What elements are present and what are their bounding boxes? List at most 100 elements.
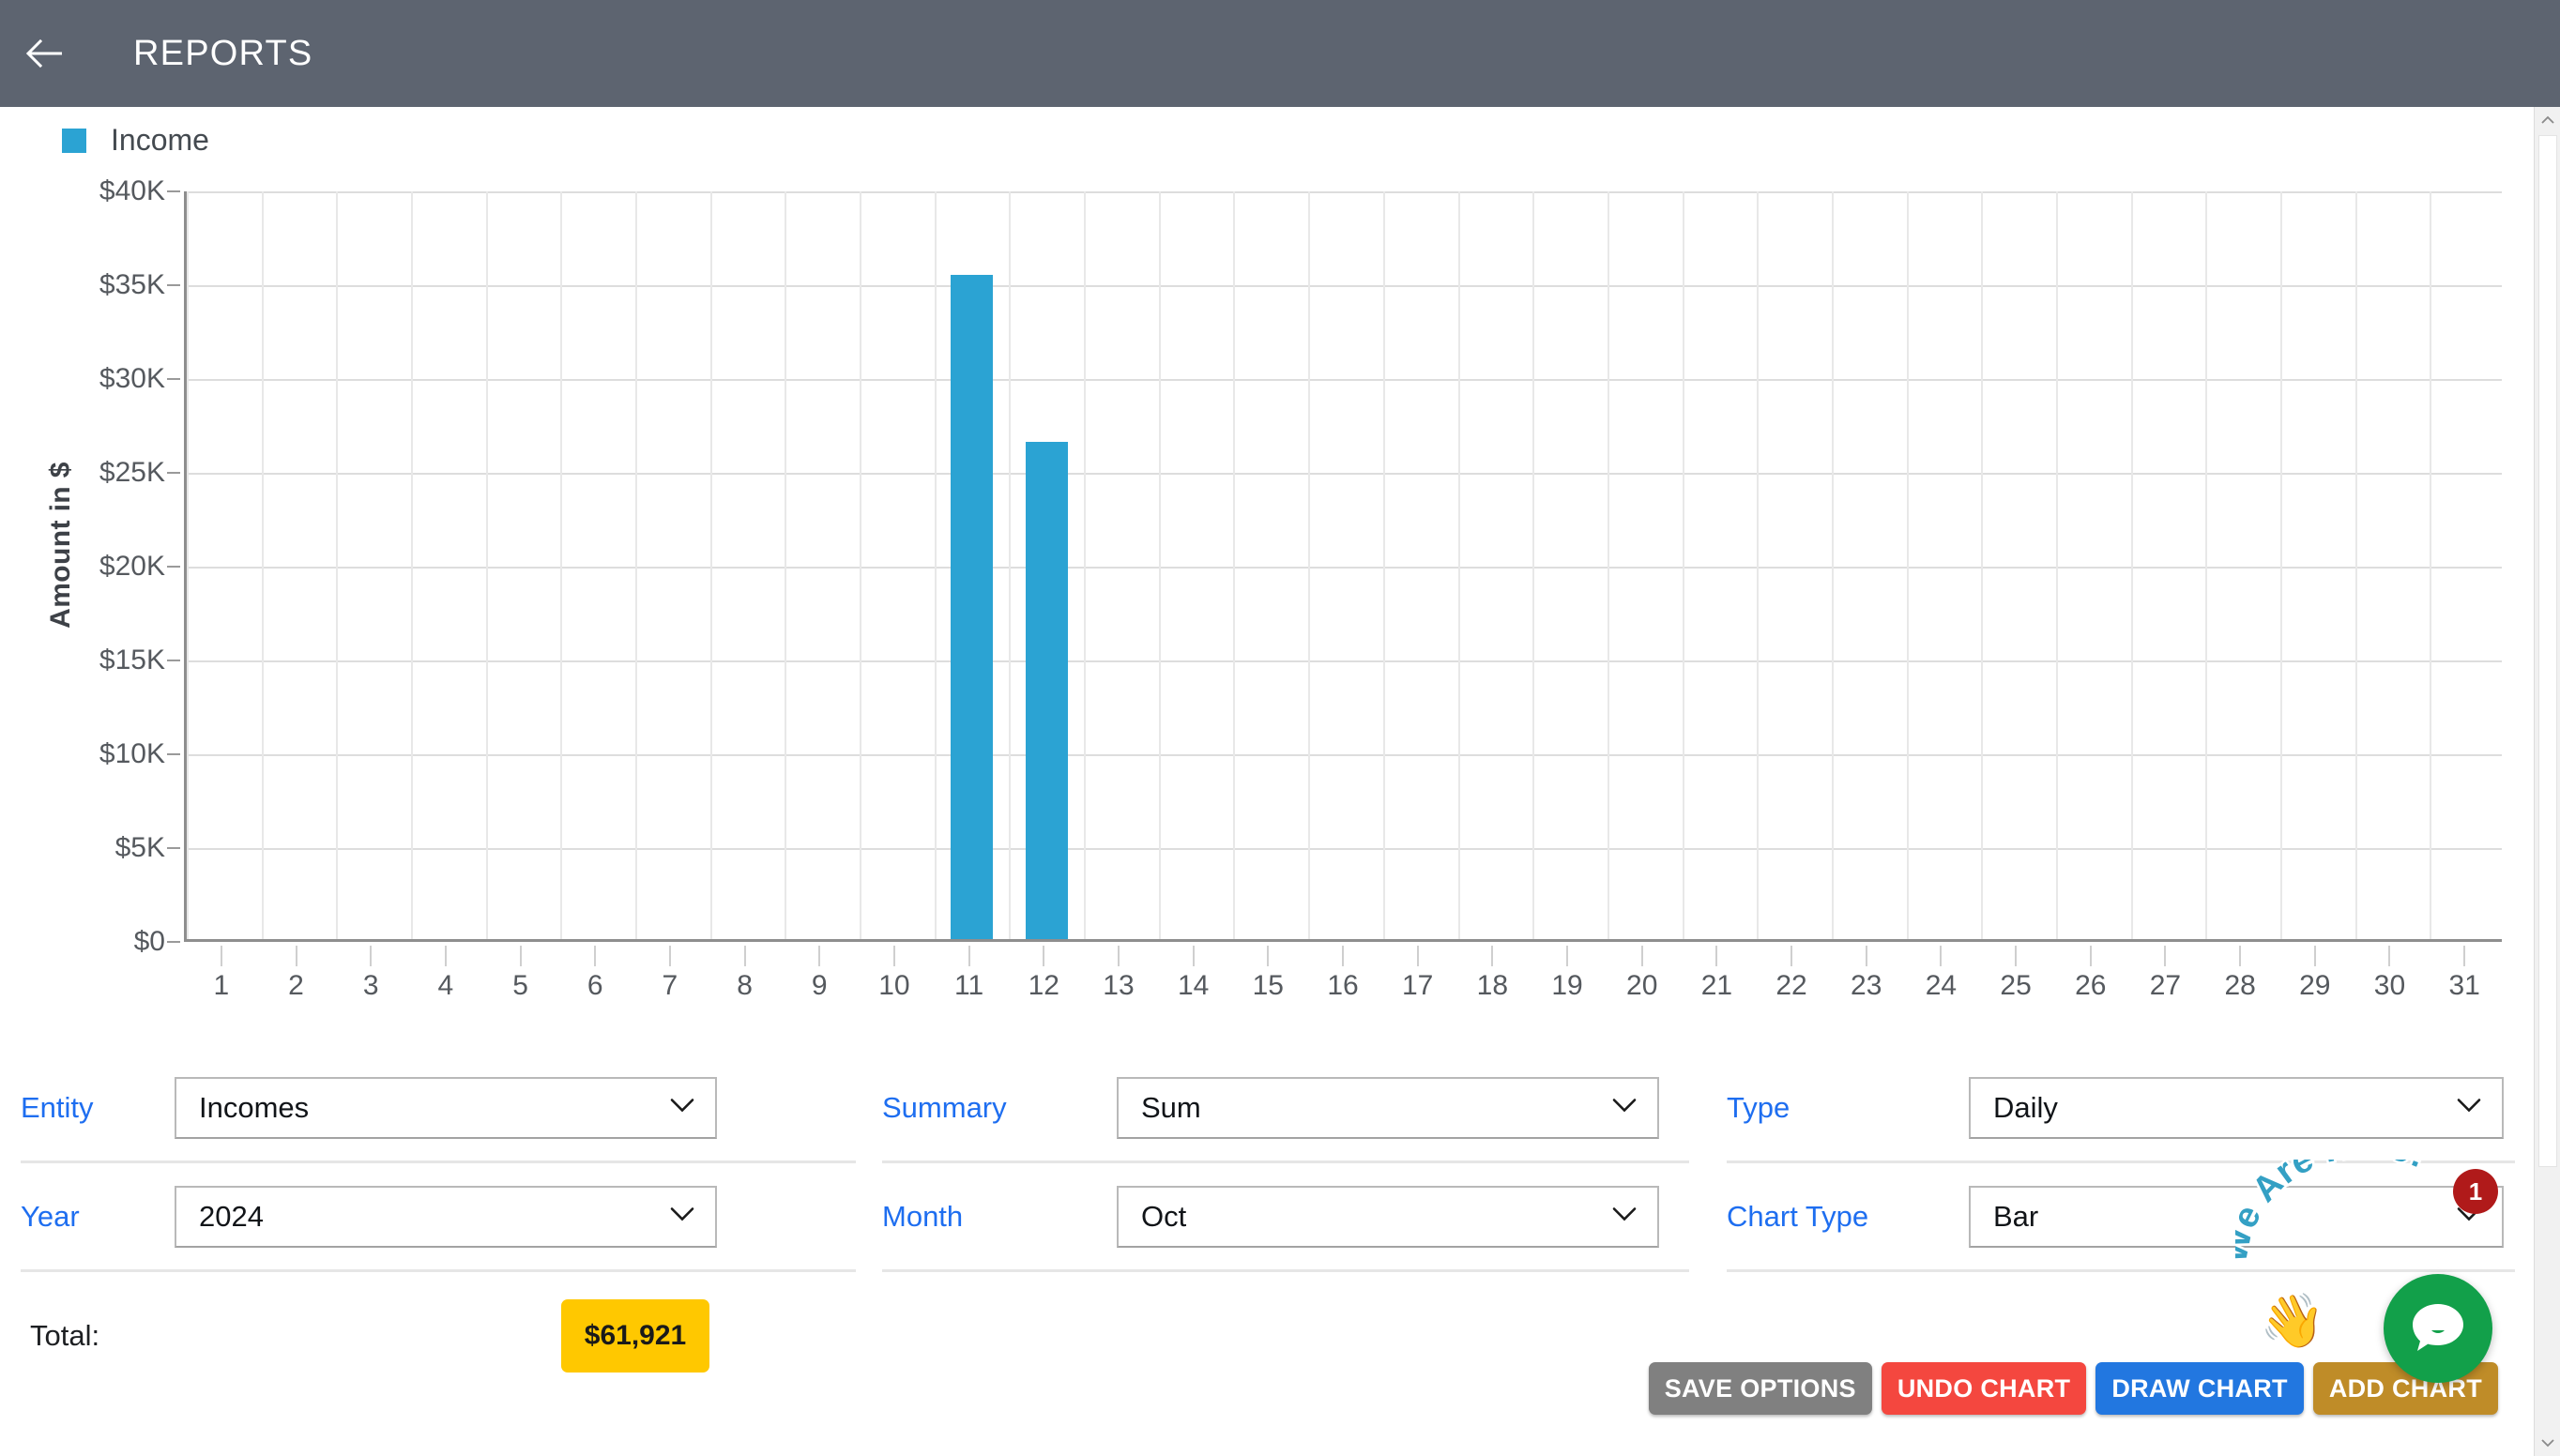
label-chart-type: Chart Type — [1727, 1199, 1869, 1233]
y-axis-tick — [167, 566, 180, 568]
svg-text:We Are Here!: We Are Here! — [2235, 1160, 2432, 1266]
chat-unread-badge[interactable]: 1 — [2453, 1169, 2498, 1214]
x-axis-tick-label: 18 — [1476, 970, 1509, 1001]
filter-row-entity: Entity Incomes — [21, 1054, 856, 1163]
chat-open-button[interactable] — [2384, 1274, 2492, 1383]
arrow-left-icon — [25, 37, 65, 70]
chart-gridline-vertical — [1682, 191, 1684, 939]
chat-widget: We Are Here! 👋 1 — [2235, 1160, 2500, 1383]
scroll-down-arrow-icon[interactable] — [2535, 1430, 2560, 1456]
x-axis-tick-label: 15 — [1252, 970, 1284, 1001]
chart-gridline-horizontal — [187, 754, 2502, 756]
chart-gridline-horizontal — [187, 848, 2502, 850]
x-axis-tick-label: 8 — [737, 970, 753, 1001]
chart-gridline-vertical — [860, 191, 862, 939]
year-select[interactable]: 2024 — [175, 1185, 717, 1248]
chart-gridline-horizontal — [187, 191, 2502, 193]
x-axis-tick — [370, 946, 373, 966]
x-axis-tick-label: 27 — [2149, 970, 2182, 1001]
x-axis-tick — [1790, 946, 1793, 966]
x-axis-tick-label: 19 — [1551, 970, 1583, 1001]
x-axis-tick — [519, 946, 522, 966]
y-axis-tick-label: $30K — [99, 363, 165, 394]
x-axis-tick-label: 20 — [1626, 970, 1658, 1001]
scroll-up-arrow-icon[interactable] — [2535, 107, 2560, 133]
chart-gridline-vertical — [1084, 191, 1087, 939]
x-axis-tick-label: 28 — [2224, 970, 2256, 1001]
month-select-value: Oct — [1141, 1199, 1187, 1233]
x-axis-tick — [743, 946, 746, 966]
chart-gridline-horizontal — [187, 473, 2502, 475]
y-axis-tick-label: $5K — [114, 832, 165, 863]
x-axis-tick — [1192, 946, 1195, 966]
chat-prompt-text: We Are Here! — [2235, 1160, 2433, 1268]
y-axis-tick-label: $25K — [99, 457, 165, 488]
x-axis-tick — [2164, 946, 2167, 966]
x-axis-tick-label: 12 — [1028, 970, 1059, 1001]
type-select[interactable]: Daily — [1969, 1076, 2504, 1139]
chart-gridline-vertical — [336, 191, 339, 939]
chart-gridline-vertical — [1532, 191, 1535, 939]
chart-gridline-vertical — [2430, 191, 2432, 939]
month-select[interactable]: Oct — [1117, 1185, 1659, 1248]
chart-gridline-vertical — [1382, 191, 1385, 939]
back-button[interactable] — [0, 0, 90, 107]
x-axis-tick-label: 26 — [2075, 970, 2107, 1001]
chart-gridline-vertical — [1831, 191, 1834, 939]
x-axis-tick — [668, 946, 671, 966]
x-axis-tick-label: 9 — [811, 970, 828, 1001]
x-axis-tick — [1491, 946, 1494, 966]
scrollbar-thumb[interactable] — [2538, 135, 2557, 1167]
chart-gridline-vertical — [2205, 191, 2208, 939]
label-month: Month — [882, 1199, 964, 1233]
total-value-badge[interactable]: $61,921 — [561, 1299, 709, 1373]
x-axis-tick-label: 21 — [1700, 970, 1733, 1001]
x-axis-tick — [1715, 946, 1718, 966]
filter-row-summary: Summary Sum — [882, 1054, 1689, 1163]
x-axis-tick-label: 13 — [1103, 970, 1135, 1001]
chart-type-select-value: Bar — [1993, 1199, 2039, 1233]
save-options-button[interactable]: SAVE OPTIONS — [1648, 1362, 1872, 1415]
summary-select-value: Sum — [1141, 1090, 1201, 1124]
chart-bar[interactable] — [951, 275, 993, 939]
page-scrollbar[interactable] — [2534, 107, 2560, 1456]
chart-gridline-vertical — [785, 191, 787, 939]
legend-swatch-income — [62, 128, 86, 153]
chart-bar[interactable] — [1025, 441, 1068, 939]
y-axis-tick — [167, 472, 180, 474]
chevron-down-icon — [2457, 1098, 2481, 1117]
chart-gridline-vertical — [187, 191, 189, 939]
y-axis-tick — [167, 190, 180, 192]
chat-bubble-icon — [2409, 1299, 2467, 1358]
y-axis-tick-label: $15K — [99, 645, 165, 675]
chart-gridline-vertical — [2279, 191, 2282, 939]
y-axis-tick-label: $20K — [99, 551, 165, 582]
undo-chart-button[interactable]: UNDO CHART — [1881, 1362, 2087, 1415]
y-axis-tick — [167, 284, 180, 286]
x-axis-tick-label: 29 — [2299, 970, 2331, 1001]
y-axis-tick — [167, 378, 180, 380]
total-label: Total: — [30, 1319, 100, 1352]
summary-select[interactable]: Sum — [1117, 1076, 1659, 1139]
x-axis-tick — [2089, 946, 2092, 966]
x-axis-tick — [1043, 946, 1045, 966]
chart-gridline-horizontal — [187, 379, 2502, 381]
x-axis-tick — [1416, 946, 1419, 966]
entity-select[interactable]: Incomes — [175, 1076, 717, 1139]
x-axis-tick — [818, 946, 821, 966]
x-axis-tick — [1940, 946, 1943, 966]
year-select-value: 2024 — [199, 1199, 264, 1233]
chart-plot-inner — [187, 191, 2502, 939]
label-type: Type — [1727, 1090, 1790, 1124]
report-page: Income Amount in $ $0 $5K $10K $15K $20K $25K… — [0, 107, 2534, 1456]
chart-legend: Income — [62, 123, 209, 158]
chart-gridline-vertical — [709, 191, 712, 939]
chart-gridline-vertical — [1158, 191, 1161, 939]
chevron-down-icon — [1612, 1206, 1637, 1226]
x-axis-tick — [892, 946, 895, 966]
x-axis-tick-label: 23 — [1851, 970, 1882, 1001]
chart-gridline-vertical — [1906, 191, 1909, 939]
chart-gridline-horizontal — [187, 660, 2502, 662]
x-axis-tick — [295, 946, 297, 966]
x-axis-tick — [594, 946, 597, 966]
